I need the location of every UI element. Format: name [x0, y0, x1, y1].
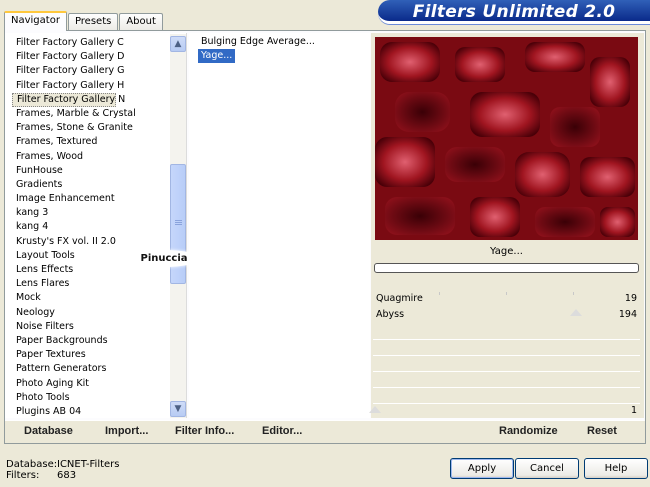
- category-item[interactable]: Paper Backgrounds: [12, 334, 167, 348]
- apply-button[interactable]: Apply: [450, 458, 514, 479]
- category-item[interactable]: Pattern Generators: [12, 362, 167, 376]
- category-item[interactable]: Paper Textures: [12, 348, 167, 362]
- scroll-grip: [175, 222, 182, 223]
- filters-count-label: Filters:: [6, 470, 40, 481]
- empty-slider-row[interactable]: [373, 340, 640, 356]
- category-item[interactable]: Neology: [12, 306, 167, 320]
- scroll-down-button[interactable]: ▼: [170, 401, 186, 417]
- slider-thumb[interactable]: [369, 406, 381, 413]
- database-info: Database: ICNET-Filters Filters: 683: [6, 459, 120, 481]
- param-row-abyss[interactable]: Abyss 194: [373, 308, 640, 323]
- category-item[interactable]: Mock: [12, 291, 167, 305]
- tab-presets[interactable]: Presets: [67, 13, 119, 30]
- category-item[interactable]: Filter Factory Gallery D: [12, 50, 167, 64]
- progress-bar: [374, 263, 639, 273]
- category-list[interactable]: Filter Factory Gallery C Filter Factory G…: [5, 33, 187, 418]
- category-item[interactable]: Frames, Stone & Granite: [12, 121, 167, 135]
- database-button[interactable]: Database: [24, 425, 73, 437]
- help-button[interactable]: Help: [584, 458, 648, 479]
- cancel-button[interactable]: Cancel: [515, 458, 579, 479]
- reset-button[interactable]: Reset: [587, 425, 617, 437]
- param-label: Quagmire: [376, 293, 423, 304]
- category-item[interactable]: FunHouse: [12, 164, 167, 178]
- slider-thumb[interactable]: [570, 309, 582, 316]
- scroll-up-button[interactable]: ▲: [170, 36, 186, 52]
- scroll-grip: [175, 224, 182, 225]
- database-value: ICNET-Filters: [57, 459, 120, 470]
- category-item[interactable]: kang 3: [12, 206, 167, 220]
- empty-slider-row[interactable]: [373, 372, 640, 388]
- app-banner-title: Filters Unlimited 2.0: [378, 0, 650, 24]
- category-item[interactable]: kang 4: [12, 220, 167, 234]
- filter-item-selected[interactable]: Yage...: [198, 49, 236, 63]
- category-item[interactable]: Frames, Wood: [12, 150, 167, 164]
- param-label: Abyss: [376, 309, 405, 320]
- tab-navigator[interactable]: Navigator: [4, 11, 67, 31]
- category-item[interactable]: Frames, Marble & Crystal: [12, 107, 167, 121]
- param-row-extra[interactable]: 1: [369, 404, 640, 419]
- import-button[interactable]: Import...: [105, 425, 148, 437]
- preview-texture: [375, 37, 638, 240]
- tab-about[interactable]: About: [119, 13, 163, 30]
- category-item[interactable]: Image Enhancement: [12, 192, 167, 206]
- slider-tick: [439, 292, 440, 295]
- tab-bar: Navigator Presets About: [4, 10, 164, 31]
- preview-image: [375, 37, 638, 240]
- category-item[interactable]: Gradients: [12, 178, 167, 192]
- category-item[interactable]: Photo Tools: [12, 391, 167, 405]
- filter-info-button[interactable]: Filter Info...: [175, 425, 234, 437]
- category-item-selected[interactable]: Filter Factory Gallery N: [12, 92, 125, 107]
- param-row-quagmire[interactable]: Quagmire 19: [373, 292, 640, 307]
- category-item[interactable]: Krusty's FX vol. II 2.0: [12, 235, 167, 249]
- preview-filter-name: Yage...: [490, 246, 523, 257]
- scroll-grip: [175, 220, 182, 221]
- param-value: 19: [624, 293, 637, 304]
- filter-item[interactable]: Bulging Edge Average...: [198, 35, 318, 49]
- category-item[interactable]: Filter Factory Gallery G: [12, 64, 167, 78]
- database-label: Database:: [6, 459, 58, 470]
- slider-tick: [573, 292, 574, 295]
- category-items: Filter Factory Gallery C Filter Factory G…: [12, 36, 167, 419]
- category-item[interactable]: Frames, Textured: [12, 135, 167, 149]
- param-value: 1: [630, 405, 637, 416]
- category-scrollbar[interactable]: ▲ ▼: [170, 34, 186, 418]
- slider-tick: [506, 292, 507, 295]
- category-item[interactable]: Plugins AB 04: [12, 405, 167, 419]
- category-item[interactable]: Filter Factory Gallery H: [12, 79, 167, 93]
- randomize-button[interactable]: Randomize: [499, 425, 558, 437]
- category-item[interactable]: Photo Aging Kit: [12, 377, 167, 391]
- filter-list[interactable]: Bulging Edge Average... Yage...: [189, 33, 370, 418]
- empty-slider-row[interactable]: [373, 356, 640, 372]
- category-item[interactable]: Filter Factory Gallery C: [12, 36, 167, 50]
- category-item[interactable]: Noise Filters: [12, 320, 167, 334]
- empty-slider-row[interactable]: [373, 324, 640, 340]
- category-item[interactable]: Lens Flares: [12, 277, 167, 291]
- editor-button[interactable]: Editor...: [262, 425, 302, 437]
- filters-count-value: 683: [57, 470, 77, 481]
- param-value: 194: [618, 309, 637, 320]
- empty-slider-row[interactable]: [373, 388, 640, 404]
